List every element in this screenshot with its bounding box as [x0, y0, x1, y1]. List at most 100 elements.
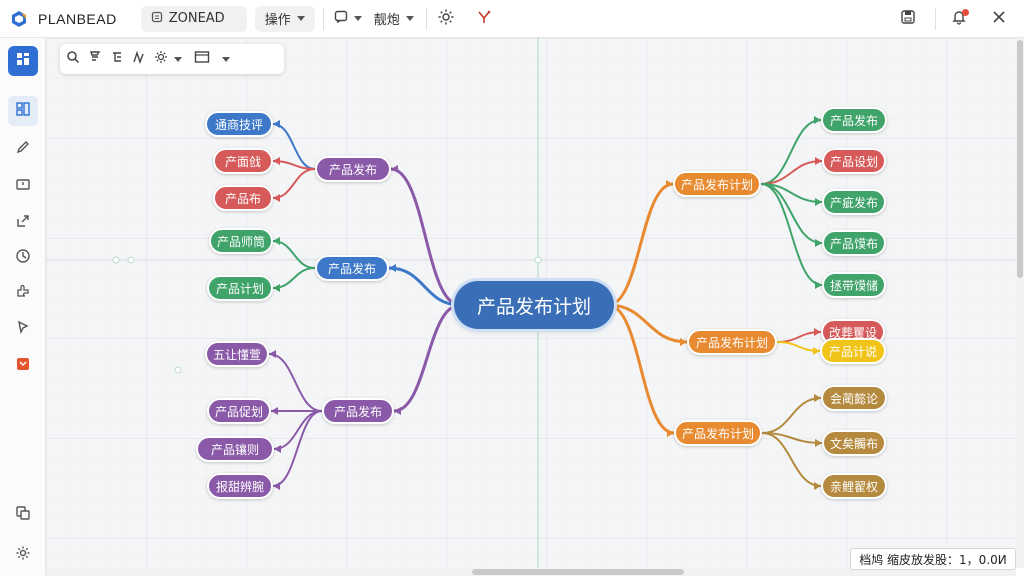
share-button[interactable] — [471, 6, 497, 32]
connector-left-leaf-2-1-arrow — [271, 407, 278, 415]
right-leaf-node-label: 产品馍布 — [829, 236, 878, 251]
rail-export-button[interactable] — [8, 208, 38, 238]
save-button[interactable] — [895, 6, 921, 32]
connector-right-main-0 — [606, 182, 675, 307]
view-menu[interactable]: 靓炮 — [374, 9, 414, 28]
app-name: PLANBEAD — [38, 10, 117, 27]
left-branch-node[interactable]: 产品发布 — [322, 398, 394, 424]
rail-box-button[interactable] — [8, 171, 38, 201]
connector-right-leaf-0-0-arrow — [814, 116, 821, 124]
save-icon — [900, 9, 916, 29]
right-leaf-node-label: 会蔺懿论 — [829, 391, 878, 406]
settings-gear-button[interactable] — [433, 6, 459, 32]
connector-right-leaf-0-3-arrow — [815, 239, 822, 247]
connector-right-leaf-0-1-arrow — [815, 157, 822, 165]
right-leaf-node[interactable]: 产品计说 — [820, 338, 886, 364]
close-button[interactable] — [986, 6, 1012, 32]
rail-settings-button[interactable] — [8, 540, 38, 570]
branch-icon — [132, 50, 146, 68]
chevron-down-icon — [296, 16, 305, 21]
settings-gear-icon — [437, 8, 455, 30]
vertical-scroll-thumb[interactable] — [1017, 40, 1023, 278]
format-button[interactable] — [110, 50, 124, 68]
right-branch-node[interactable]: 产品发布计划 — [687, 329, 777, 355]
left-leaf-node[interactable]: 产品布 — [213, 185, 273, 211]
rail-grid-button[interactable] — [8, 46, 38, 76]
right-leaf-node[interactable]: 产疵发布 — [822, 189, 886, 215]
divider — [425, 7, 427, 30]
connector-right-main-1-arrow — [680, 338, 687, 346]
rail-copy-button[interactable] — [8, 500, 38, 530]
rail-marker-button[interactable] — [8, 314, 38, 344]
right-leaf-node[interactable]: 产品发布 — [821, 107, 887, 133]
left-leaf-node-label: 产品师筒 — [216, 234, 265, 249]
right-leaf-node[interactable]: 会蔺懿论 — [821, 385, 887, 411]
connector-right-leaf-2-0 — [761, 397, 822, 434]
canvas-handle[interactable] — [174, 366, 182, 374]
right-branch-node[interactable]: 产品发布计划 — [673, 171, 761, 197]
search-button[interactable] — [66, 50, 80, 68]
connector-left-leaf-0-1-arrow — [273, 157, 280, 165]
history-icon — [15, 248, 31, 268]
rail-history-button[interactable] — [8, 243, 38, 273]
left-leaf-node[interactable]: 产品镶则 — [196, 436, 274, 462]
zoom-status[interactable]: 档鸠 缩皮放发股：1，0.0И — [850, 548, 1016, 570]
left-leaf-node[interactable]: 五让懂萱 — [205, 341, 269, 367]
connector-right-leaf-2-2-arrow — [814, 482, 821, 490]
connector-left-main-1-arrow — [389, 264, 396, 272]
root-node[interactable]: 产品发布计划 — [454, 281, 614, 329]
rail-puzzle-button[interactable] — [8, 278, 38, 308]
left-leaf-node[interactable]: 产面戗 — [213, 148, 273, 174]
zone-button-label: ZONEAD — [168, 11, 225, 26]
frame-dropdown[interactable] — [194, 50, 230, 68]
connector-right-main-2-arrow — [667, 429, 674, 437]
left-leaf-node[interactable]: 报甜辨腕 — [207, 473, 273, 499]
left-leaf-node[interactable]: 产品促划 — [207, 398, 271, 424]
notification-button[interactable] — [946, 6, 972, 32]
right-leaf-node-label: 产疵发布 — [829, 195, 878, 210]
right-leaf-node-label: 产品计说 — [828, 344, 877, 359]
rail-pen-button[interactable] — [8, 134, 38, 164]
horizontal-scroll-thumb[interactable] — [472, 569, 684, 575]
close-icon — [992, 9, 1006, 28]
right-leaf-node[interactable]: 亲鲤翟权 — [821, 473, 887, 499]
right-branch-node-label: 产品发布计划 — [681, 426, 754, 441]
pen-icon — [15, 139, 31, 159]
right-branch-node[interactable]: 产品发布计划 — [674, 420, 762, 446]
right-leaf-node[interactable]: 产品设划 — [822, 148, 886, 174]
left-rail — [0, 38, 46, 576]
left-leaf-node[interactable]: 产品师筒 — [209, 228, 273, 254]
left-branch-node[interactable]: 产品发布 — [315, 156, 391, 182]
app-logo[interactable]: PLANBEAD — [10, 10, 117, 28]
format-icon — [110, 50, 124, 68]
right-leaf-node[interactable]: 文矣髑布 — [822, 430, 886, 456]
right-leaf-node[interactable]: 拯带馍储 — [822, 272, 886, 298]
vertical-scrollbar[interactable] — [1016, 38, 1024, 568]
operate-menu[interactable]: 操作 — [254, 5, 315, 32]
canvas-handle[interactable] — [127, 256, 135, 264]
mindmap-canvas[interactable]: 产品发布计划 产品发布 通商技评 产面戗 产品布 产品发布 产品师筒 产品计划 产品发布 五让懂萱… — [46, 38, 1016, 568]
shape-dropdown[interactable] — [334, 10, 362, 28]
notification-dot — [962, 8, 969, 16]
canvas-handle[interactable] — [534, 256, 542, 264]
text-style-icon — [88, 50, 102, 68]
operate-menu-label: 操作 — [264, 13, 291, 28]
connector-left-leaf-1-0-arrow — [273, 237, 280, 245]
text-style-button[interactable] — [88, 50, 102, 68]
connector-left-leaf-2-2-arrow — [274, 445, 281, 453]
rail-layout-button[interactable] — [8, 96, 38, 126]
divider — [935, 7, 936, 30]
left-leaf-node[interactable]: 通商技评 — [205, 111, 273, 137]
divider — [322, 7, 324, 30]
style-dropdown[interactable] — [154, 50, 182, 68]
connector-left-leaf-1-0 — [272, 240, 316, 269]
canvas-handle[interactable] — [112, 256, 120, 264]
left-leaf-node[interactable]: 产品计划 — [207, 275, 273, 301]
branch-button[interactable] — [132, 50, 146, 68]
right-leaf-node[interactable]: 产品馍布 — [822, 230, 886, 256]
left-branch-node[interactable]: 产品发布 — [315, 255, 389, 281]
zone-button[interactable]: ZONEAD — [140, 5, 247, 32]
rail-plugin-button[interactable] — [8, 351, 38, 381]
copy-icon — [15, 505, 31, 525]
share-icon — [476, 9, 492, 29]
